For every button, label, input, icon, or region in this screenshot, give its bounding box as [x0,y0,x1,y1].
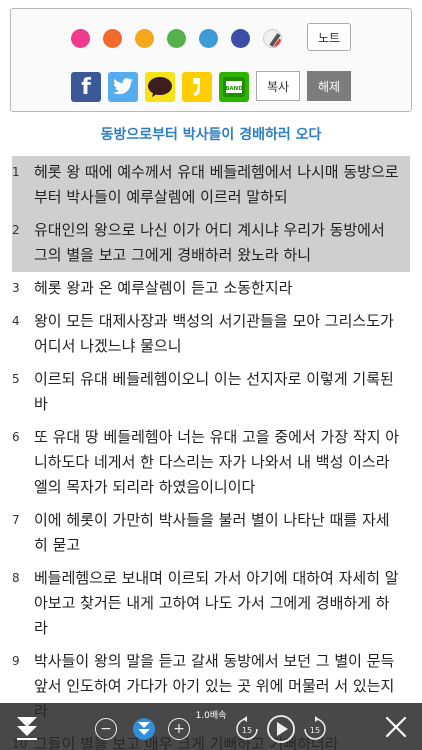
verse-text: 왕이 모든 대제사장과 백성의 서기관들을 모아 그리스도가 어디서 나겠느냐 … [34,312,394,355]
forward-seconds-label: 15 [310,726,320,735]
copy-button[interactable]: 복사 [256,71,300,101]
verse-number: 8 [12,571,20,585]
verse-number: 2 [12,223,20,237]
verse-item[interactable]: 3 헤롯 왕과 온 예루살렘이 듣고 소동한지라 [12,272,410,305]
verse-text: 이르되 유대 베들레헴이오니 이는 선지자로 이렇게 기록된 바 [34,370,394,413]
color-swatch-navy[interactable] [231,28,250,48]
speed-up-button[interactable]: + [168,718,190,740]
verse-list: 1 헤롯 왕 때에 예수께서 유대 베들레헴에서 나시매 동방으로부터 박사들이 … [12,156,410,750]
verse-item[interactable]: 1 헤롯 왕 때에 예수께서 유대 베들레헴에서 나시매 동방으로부터 박사들이 … [12,156,410,214]
verse-text: 헤롯 왕 때에 예수께서 유대 베들레헴에서 나시매 동방으로부터 박사들이 예… [34,163,399,206]
minus-icon: − [100,721,112,737]
twitter-icon[interactable] [108,72,138,102]
verse-item[interactable]: 7 이에 헤롯이 가만히 박사들을 불러 별이 나타난 때를 자세히 묻고 [12,504,410,562]
chapter-title: 동방으로부터 박사들이 경배하러 오다 [100,127,322,143]
play-icon[interactable] [266,714,296,744]
speed-down-button[interactable]: − [95,718,117,740]
color-swatch-pink[interactable] [71,28,90,48]
facebook-logo-text: f [81,74,91,100]
verse-number: 1 [12,165,20,179]
eraser-icon[interactable] [263,28,282,48]
audio-player-bar: 1.0배속 − + 15 15 [0,703,422,750]
verse-item[interactable]: 2 유대인의 왕으로 나신 이가 어디 계시냐 우리가 동방에서 그의 별을 보고… [12,214,410,272]
speed-slider-handle-icon[interactable] [132,714,156,744]
highlight-color-row [71,23,282,53]
verse-number: 5 [12,372,20,386]
kakaostory-icon[interactable] [182,72,212,102]
color-swatch-green[interactable] [167,28,186,48]
verse-item[interactable]: 6 또 유대 땅 베들레헴아 너는 유대 고을 중에서 가장 작지 아니하도다 네… [12,421,410,504]
close-icon[interactable] [384,715,408,739]
rewind-seconds-label: 15 [242,726,252,735]
verse-text: 헤롯 왕과 온 예루살렘이 듣고 소동한지라 [34,279,293,297]
verse-text: 베들레헴으로 보내며 이르되 가서 아기에 대하여 자세히 알아보고 찾거든 내… [34,569,399,637]
plus-icon: + [173,721,185,737]
verse-number: 3 [12,281,20,295]
color-swatch-blue[interactable] [199,28,218,48]
band-mark-icon: BAND [223,77,245,97]
forward-15-icon[interactable]: 15 [302,716,328,742]
verse-number: 4 [12,314,20,328]
kakaostory-mark-icon [193,78,200,96]
verse-item[interactable]: 8 베들레헴으로 보내며 이르되 가서 아기에 대하여 자세히 알아보고 찾거든 … [12,562,410,645]
share-row: f BAND [71,71,256,103]
kakaotalk-icon[interactable] [145,72,175,102]
release-button[interactable]: 해제 [307,71,351,101]
color-swatch-yellow[interactable] [135,28,154,48]
color-swatch-orange[interactable] [103,28,122,48]
verse-number: 7 [12,513,20,527]
twitter-bird-icon [113,78,133,95]
kakaotalk-bubble-icon [148,77,172,97]
verse-item[interactable]: 5 이르되 유대 베들레헴이오니 이는 선지자로 이렇게 기록된 바 [12,363,410,421]
band-icon[interactable]: BAND [219,72,249,102]
playback-speed-label: 1.0배속 [195,711,227,721]
band-logo-text: BAND [225,86,243,92]
verse-text: 또 유대 땅 베들레헴아 너는 유대 고을 중에서 가장 작지 아니하도다 네게… [34,428,400,496]
verse-item[interactable]: 4 왕이 모든 대제사장과 백성의 서기관들을 모아 그리스도가 어디서 나겠느냐… [12,305,410,363]
verse-number: 6 [12,430,20,444]
verse-text: 이에 헤롯이 가만히 박사들을 불러 별이 나타난 때를 자세히 묻고 [34,511,390,554]
annotation-toolbar: 노트 f BAND 복사 해제 [10,8,412,112]
facebook-icon[interactable]: f [71,72,101,102]
verse-text: 유대인의 왕으로 나신 이가 어디 계시냐 우리가 동방에서 그의 별을 보고 … [34,221,385,264]
note-button[interactable]: 노트 [307,23,351,51]
verse-number: 9 [12,654,20,668]
rewind-15-icon[interactable]: 15 [234,716,260,742]
